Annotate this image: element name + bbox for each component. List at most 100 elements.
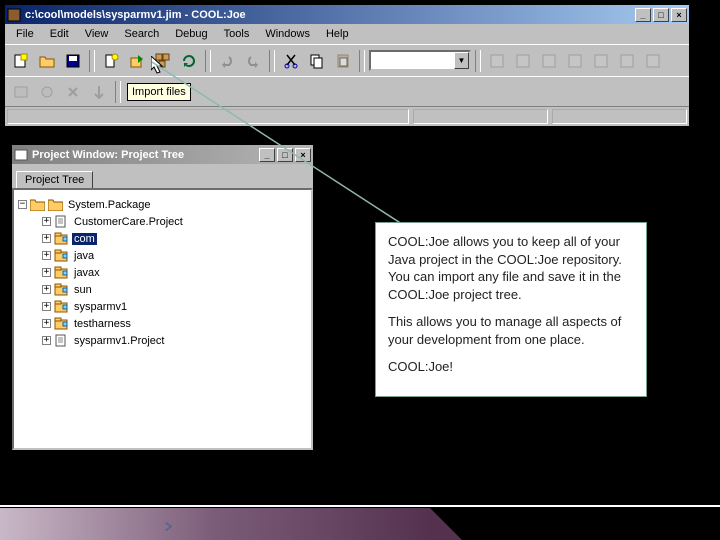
separator [475, 50, 481, 72]
toolbar-row-1: ▼ [5, 44, 689, 76]
search-combo[interactable]: ▼ [369, 50, 471, 71]
save-button[interactable] [61, 49, 85, 73]
tree-node-label[interactable]: sysparmv1 [72, 301, 129, 313]
expand-toggle[interactable]: + [42, 217, 51, 226]
main-window: c:\cool\models\sysparmv1.jim - COOL:Joe … [4, 4, 690, 127]
expand-toggle[interactable]: + [42, 336, 51, 345]
separator [269, 50, 275, 72]
tree-node-label[interactable]: java [72, 250, 96, 262]
tree-node[interactable]: + CustomerCare.Project [18, 213, 307, 230]
status-cell-3 [552, 109, 687, 124]
tree-node[interactable]: + sun [18, 281, 307, 298]
expand-toggle[interactable]: + [42, 319, 51, 328]
tree-node[interactable]: + sysparmv1 [18, 298, 307, 315]
minimize-button[interactable]: _ [635, 8, 651, 22]
tree-node[interactable]: + sysparmv1.Project [18, 332, 307, 349]
menu-debug[interactable]: Debug [168, 27, 214, 41]
debug-button-1[interactable] [9, 80, 33, 104]
tree-node[interactable]: + com [18, 230, 307, 247]
tab-project-tree[interactable]: Project Tree [16, 171, 93, 188]
project-window-title: Project Window: Project Tree [32, 149, 259, 161]
tool-button-3[interactable] [537, 49, 561, 73]
status-cell-1 [7, 109, 409, 124]
menubar: File Edit View Search Debug Tools Window… [5, 24, 689, 44]
menu-tools[interactable]: Tools [217, 27, 257, 41]
cut-button[interactable] [279, 49, 303, 73]
refresh-button[interactable] [177, 49, 201, 73]
document-icon [54, 215, 69, 228]
project-window-icon [14, 148, 28, 162]
tree-node-label[interactable]: testharness [72, 318, 133, 330]
tool-button-2[interactable] [511, 49, 535, 73]
package-icon [54, 266, 69, 279]
tool-button-4[interactable] [563, 49, 587, 73]
window-title: c:\cool\models\sysparmv1.jim - COOL:Joe [25, 9, 635, 21]
debug-button-4[interactable] [87, 80, 111, 104]
debug-button-3[interactable] [61, 80, 85, 104]
new-file-button[interactable] [99, 49, 123, 73]
expand-toggle[interactable]: + [42, 268, 51, 277]
status-cell-2 [413, 109, 548, 124]
project-maximize-button[interactable]: □ [277, 148, 293, 162]
tree-node[interactable]: + java [18, 247, 307, 264]
tree-root-label[interactable]: System.Package [66, 199, 153, 211]
close-button[interactable]: × [671, 8, 687, 22]
undo-button[interactable] [215, 49, 239, 73]
menu-help[interactable]: Help [319, 27, 356, 41]
chevron-icon: › [163, 515, 173, 538]
footer-divider [0, 505, 720, 507]
menu-view[interactable]: View [78, 27, 116, 41]
new-project-button[interactable] [9, 49, 33, 73]
app-icon [7, 8, 21, 22]
callout-paragraph-2: This allows you to manage all aspects of… [388, 313, 634, 348]
maximize-button[interactable]: □ [653, 8, 669, 22]
package-icon [54, 283, 69, 296]
open-button[interactable] [35, 49, 59, 73]
project-tabstrip: Project Tree [12, 164, 313, 188]
tool-button-6[interactable] [615, 49, 639, 73]
toolbar-row-2: Import files [5, 76, 689, 106]
debug-button-2[interactable] [35, 80, 59, 104]
tree-node-label[interactable]: sysparmv1.Project [72, 335, 166, 347]
tree-node-label[interactable]: sun [72, 284, 94, 296]
package-icon [54, 232, 69, 245]
redo-button[interactable] [241, 49, 265, 73]
tree-node[interactable]: + javax [18, 264, 307, 281]
tree-node-label[interactable]: javax [72, 267, 102, 279]
paste-button[interactable] [331, 49, 355, 73]
tree-node[interactable]: + testharness [18, 315, 307, 332]
cursor-icon [151, 56, 167, 76]
package-icon [54, 317, 69, 330]
tool-button-5[interactable] [589, 49, 613, 73]
folder-open-icon [30, 198, 45, 211]
dropdown-icon[interactable]: ▼ [454, 52, 469, 69]
import-files-button[interactable] [125, 49, 149, 73]
status-bar [5, 106, 689, 126]
menu-search[interactable]: Search [117, 27, 166, 41]
separator [89, 50, 95, 72]
main-titlebar: c:\cool\models\sysparmv1.jim - COOL:Joe … [5, 5, 689, 24]
package-icon [54, 300, 69, 313]
import-files-tooltip: Import files [127, 83, 191, 101]
menu-edit[interactable]: Edit [43, 27, 76, 41]
package-icon [54, 249, 69, 262]
copy-button[interactable] [305, 49, 329, 73]
callout-paragraph-3: COOL:Joe! [388, 358, 634, 376]
separator [359, 50, 365, 72]
separator [205, 50, 211, 72]
project-tree[interactable]: − System.Package + CustomerCare.Project + c… [12, 188, 313, 450]
tool-button-7[interactable] [641, 49, 665, 73]
expand-toggle[interactable]: + [42, 234, 51, 243]
folder-icon [48, 198, 63, 211]
project-close-button[interactable]: × [295, 148, 311, 162]
menu-windows[interactable]: Windows [258, 27, 317, 41]
expand-toggle[interactable]: − [18, 200, 27, 209]
expand-toggle[interactable]: + [42, 285, 51, 294]
expand-toggle[interactable]: + [42, 251, 51, 260]
tree-node-label[interactable]: com [72, 233, 97, 245]
tree-node-label[interactable]: CustomerCare.Project [72, 216, 185, 228]
menu-file[interactable]: File [9, 27, 41, 41]
expand-toggle[interactable]: + [42, 302, 51, 311]
project-minimize-button[interactable]: _ [259, 148, 275, 162]
tool-button-1[interactable] [485, 49, 509, 73]
